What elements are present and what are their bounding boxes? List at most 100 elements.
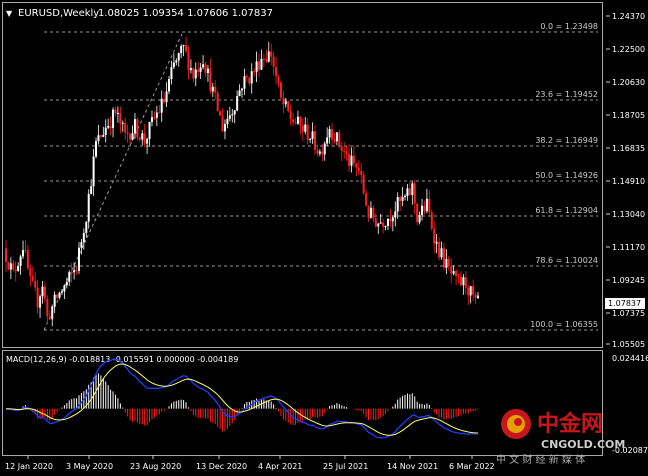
bear-candle	[262, 58, 265, 60]
bull-candle	[384, 225, 387, 227]
bear-candle	[214, 86, 217, 93]
fib-label-100: 100.0 = 1.06355	[530, 320, 598, 329]
bull-candle	[177, 53, 180, 61]
bear-candle	[277, 76, 280, 83]
current-price-marker: 1.07837	[605, 298, 645, 309]
bull-candle	[189, 68, 192, 71]
bull-candle	[452, 271, 455, 274]
fib-label-23-6: 23.6 = 1.19452	[535, 90, 598, 99]
bull-candle	[155, 112, 158, 118]
bear-candle	[457, 275, 460, 277]
bull-candle	[284, 101, 287, 105]
bear-candle	[219, 111, 222, 116]
bear-candle	[399, 197, 402, 201]
time-tick: 23 Aug 2020	[130, 462, 181, 471]
bull-candle	[369, 207, 372, 218]
bull-candle	[9, 263, 12, 270]
price-tick: 1.05505	[612, 340, 645, 349]
bull-candle	[326, 137, 329, 144]
bull-candle	[223, 123, 226, 132]
bull-candle	[236, 96, 239, 111]
bull-candle	[425, 198, 428, 212]
fib-label-38-2: 38.2 = 1.16949	[535, 136, 598, 145]
bear-candle	[258, 61, 261, 70]
bull-candle	[241, 88, 243, 91]
bull-candle	[172, 62, 175, 68]
bear-candle	[355, 163, 358, 168]
bear-candle	[472, 286, 475, 295]
bull-candle	[255, 61, 258, 72]
bear-candle	[138, 137, 141, 140]
bear-candle	[192, 68, 195, 79]
bear-candle	[294, 122, 297, 124]
bear-candle	[248, 77, 251, 84]
bear-candle	[216, 92, 219, 112]
bull-candle	[39, 296, 42, 308]
bear-candle	[26, 250, 29, 269]
bull-candle	[141, 133, 144, 140]
bull-candle	[309, 138, 312, 140]
bull-candle	[19, 256, 22, 266]
bear-candle	[29, 268, 32, 277]
bull-candle	[233, 110, 236, 115]
bull-candle	[435, 241, 438, 244]
cngold-watermark: 中金网 CNGOLD.COM 中 文 财 经 新 媒 体	[496, 409, 625, 466]
fibonacci-retracement[interactable]: 0.0 = 1.23498 23.6 = 1.19452 38.2 = 1.16…	[43, 22, 598, 331]
bear-candle	[48, 316, 51, 320]
bear-candle	[43, 286, 46, 299]
bull-candle	[445, 258, 448, 268]
bull-candle	[90, 186, 93, 194]
bear-candle	[292, 119, 295, 123]
cngold-domain: CNGOLD.COM	[541, 438, 625, 451]
bear-candle	[365, 192, 368, 206]
bull-candle	[350, 155, 353, 166]
macd-axis-top: 0.024416	[612, 354, 648, 363]
bull-candle	[41, 286, 44, 297]
bull-candle	[87, 193, 90, 222]
bear-candle	[331, 129, 334, 140]
bull-candle	[150, 117, 153, 122]
bull-candle	[394, 211, 397, 218]
time-axis: 12 Jan 2020 3 May 2020 23 Aug 2020 13 De…	[5, 455, 495, 471]
bull-candle	[85, 221, 88, 234]
bull-candle	[53, 294, 56, 307]
bull-candle	[401, 196, 404, 201]
macd-histogram	[7, 373, 479, 432]
bull-candle	[182, 45, 185, 47]
bull-candle	[211, 86, 214, 92]
bear-candle	[360, 170, 363, 175]
fib-label-78-6: 78.6 = 1.10024	[535, 256, 598, 265]
bear-candle	[185, 45, 188, 52]
chart-window[interactable]: ▼ EURUSD,Weekly 1.08025 1.09354 1.07606 …	[0, 0, 648, 476]
price-tick: 1.14910	[612, 177, 645, 186]
bear-candle	[163, 98, 166, 103]
ohlc-values: 1.08025 1.09354 1.07606 1.07837	[98, 8, 273, 19]
bull-candle	[377, 223, 380, 227]
bear-candle	[143, 133, 146, 144]
bull-candle	[311, 131, 314, 139]
bear-candle	[459, 276, 462, 286]
price-tick: 1.09245	[612, 276, 645, 285]
bull-candle	[146, 138, 149, 144]
bear-candle	[158, 112, 161, 114]
time-tick: 14 Nov 2021	[387, 462, 438, 471]
bear-candle	[56, 294, 59, 298]
bear-candle	[343, 150, 346, 152]
bear-candle	[5, 248, 7, 262]
bear-candle	[423, 205, 426, 212]
bull-candle	[267, 51, 270, 62]
bear-candle	[289, 110, 292, 120]
symbol-dropdown-icon[interactable]: ▼	[6, 9, 13, 18]
bull-candle	[411, 183, 414, 196]
bear-candle	[153, 117, 156, 119]
bull-candle	[131, 133, 134, 140]
bull-candle	[51, 306, 54, 320]
bear-candle	[450, 266, 453, 274]
bear-candle	[124, 122, 127, 133]
current-price-label: 1.07837	[608, 299, 641, 308]
bear-candle	[357, 167, 360, 171]
price-tick: 1.24370	[612, 12, 645, 21]
bear-candle	[374, 218, 377, 227]
bear-candle	[275, 66, 278, 77]
bear-candle	[126, 132, 129, 135]
